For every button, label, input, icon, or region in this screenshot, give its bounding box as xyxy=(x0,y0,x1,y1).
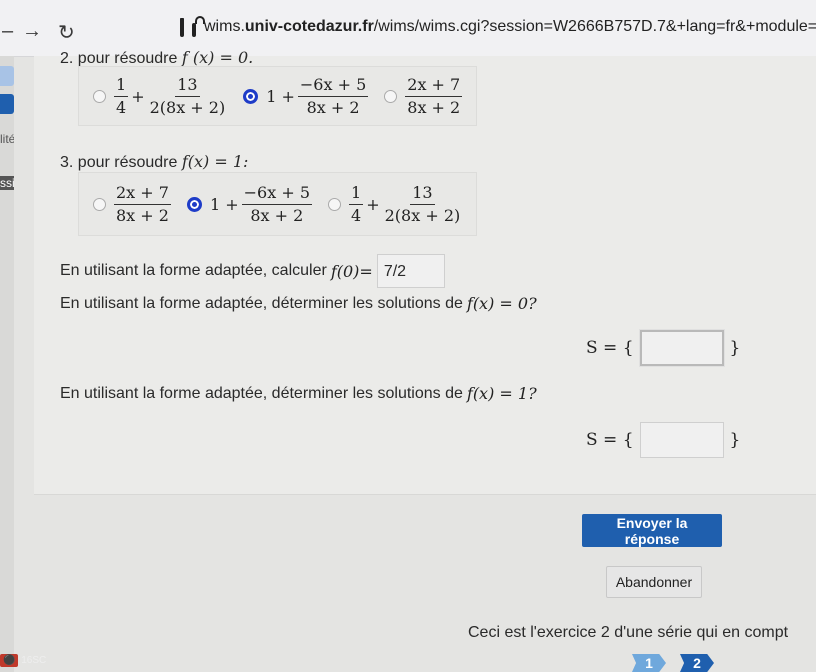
exercise-panel: 2. pour résoudre f (x) = 0. 14 + 13 2(8x … xyxy=(34,48,816,495)
forward-arrow-icon[interactable]: → xyxy=(22,20,42,43)
frac-num: 2x + 7 xyxy=(405,76,463,97)
plus-op: + xyxy=(366,194,380,214)
q4-line: En utilisant la forme adaptée, calculer … xyxy=(60,254,445,288)
q3-option-1[interactable]: 2x + 7 8x + 2 xyxy=(93,184,171,224)
frac-den: 8x + 2 xyxy=(407,97,461,117)
frac-den: 4 xyxy=(116,97,127,117)
frac-den: 8x + 2 xyxy=(250,205,304,225)
q5-solution-input[interactable] xyxy=(639,330,724,366)
q4-math: f(0)= xyxy=(330,261,373,281)
plus-op: + xyxy=(131,86,145,106)
q3-option-1-math: 2x + 7 8x + 2 xyxy=(114,184,171,224)
url-domain: univ-cotedazur.fr xyxy=(244,18,374,35)
q3-option-2-math: 1 + −6x + 5 8x + 2 xyxy=(209,184,313,225)
url-path: /wims/wims.cgi?session=W2666B757D.7&+lan… xyxy=(373,18,816,35)
q6-text: En utilisant la forme adaptée, détermine… xyxy=(60,384,463,402)
q5-set: S = { } xyxy=(586,330,740,366)
q2-option-2-math: 1 + −6x + 5 8x + 2 xyxy=(266,76,369,117)
frac-num: 13 xyxy=(410,184,435,205)
q3-options: 2x + 7 8x + 2 1 + −6x + 5 8x + 2 14 + 13 2(… xyxy=(78,172,478,236)
q5-math: f(x) = 0? xyxy=(466,294,537,313)
sidebar-label-1: lité xyxy=(0,132,14,146)
q5-set-close: } xyxy=(729,338,741,358)
shield-icon xyxy=(180,17,184,37)
frac-num: 2x + 7 xyxy=(114,184,171,205)
frac-den: 4 xyxy=(351,205,362,225)
q2-option-2[interactable]: 1 + −6x + 5 8x + 2 xyxy=(243,76,369,117)
q2-options: 14 + 13 2(8x + 2) 1 + −6x + 5 8x + 2 2x + … xyxy=(78,66,478,126)
q3-label-math: f(x) = 1: xyxy=(181,152,249,171)
q6-set-label: S = { xyxy=(586,430,634,450)
q3-radio-2[interactable] xyxy=(186,196,202,212)
lead-term: 1 + xyxy=(266,86,295,106)
frac-den: 2(8x + 2) xyxy=(384,205,461,225)
frac-num: 1 xyxy=(114,76,129,97)
q3-radio-1[interactable] xyxy=(93,197,106,211)
frac-den: 8x + 2 xyxy=(306,97,360,117)
page-2-button[interactable]: 2 xyxy=(680,654,714,672)
q2-radio-3[interactable] xyxy=(384,89,398,103)
frac-num: −6x + 5 xyxy=(297,76,369,97)
sidebar-tab-arrow[interactable] xyxy=(0,66,14,86)
q3-label: 3. pour résoudre f(x) = 1: xyxy=(60,152,248,172)
back-arrow-icon[interactable]: – xyxy=(2,20,13,43)
q3-radio-3[interactable] xyxy=(328,197,342,211)
lead-term: 1 + xyxy=(209,194,239,214)
exercise-content: 2. pour résoudre f (x) = 0. 14 + 13 2(8x … xyxy=(14,48,816,672)
q2-option-3[interactable]: 2x + 7 8x + 2 xyxy=(384,76,463,117)
q4-answer-input[interactable]: 7/2 xyxy=(376,254,445,288)
q3-option-3[interactable]: 14 + 13 2(8x + 2) xyxy=(328,184,462,224)
q5-set-label: S = { xyxy=(586,338,634,358)
frac-num: −6x + 5 xyxy=(241,184,313,205)
q6-set: S = { } xyxy=(586,422,740,458)
frac-num: 1 xyxy=(349,184,364,205)
q6-line: En utilisant la forme adaptée, détermine… xyxy=(60,384,537,403)
abandon-button[interactable]: Abandonner xyxy=(606,566,702,598)
frac-num: 13 xyxy=(175,76,200,97)
page-1-label: 1 xyxy=(645,655,653,671)
frac-den: 8x + 2 xyxy=(116,205,169,225)
submit-button[interactable]: Envoyer la réponse xyxy=(582,514,722,547)
sidebar-tab-blue[interactable] xyxy=(0,94,14,114)
q2-option-1[interactable]: 14 + 13 2(8x + 2) xyxy=(93,76,227,116)
q6-set-close: } xyxy=(729,430,741,450)
q3-option-3-math: 14 + 13 2(8x + 2) xyxy=(349,184,462,224)
q5-line: En utilisant la forme adaptée, détermine… xyxy=(60,294,537,313)
q4-text: En utilisant la forme adaptée, calculer xyxy=(60,262,327,279)
q2-label-text: 2. pour résoudre xyxy=(60,50,178,67)
q6-solution-input[interactable] xyxy=(639,422,724,458)
exercise-pager: 1 2 xyxy=(632,654,714,672)
q6-math: f(x) = 1? xyxy=(466,384,537,403)
url-prefix: wims. xyxy=(204,18,245,35)
page-2-label: 2 xyxy=(693,655,701,671)
page-1-button[interactable]: 1 xyxy=(632,654,666,672)
q3-option-2[interactable]: 1 + −6x + 5 8x + 2 xyxy=(186,184,313,225)
q2-radio-2[interactable] xyxy=(243,88,259,104)
q2-option-1-math: 14 + 13 2(8x + 2) xyxy=(114,76,227,116)
left-sidebar: lité ssi xyxy=(0,56,14,672)
sidebar-label-2[interactable]: ssi xyxy=(0,176,14,190)
q3-label-text: 3. pour résoudre xyxy=(60,154,178,171)
reload-icon[interactable]: ↻ xyxy=(58,20,75,45)
q2-option-3-math: 2x + 7 8x + 2 xyxy=(405,76,463,117)
q2-radio-1[interactable] xyxy=(93,89,106,103)
lock-icon xyxy=(192,16,205,37)
series-info-text: Ceci est l'exercice 2 d'une série qui en… xyxy=(468,624,789,641)
q2-label: 2. pour résoudre f (x) = 0. xyxy=(60,48,253,68)
url-text: wims.univ-cotedazur.fr/wims/wims.cgi?ses… xyxy=(204,18,816,36)
address-bar[interactable]: wims.univ-cotedazur.fr/wims/wims.cgi?ses… xyxy=(180,12,816,42)
q2-label-math: f (x) = 0. xyxy=(181,48,254,67)
frac-den: 2(8x + 2) xyxy=(149,97,226,117)
q5-text: En utilisant la forme adaptée, détermine… xyxy=(60,294,463,312)
